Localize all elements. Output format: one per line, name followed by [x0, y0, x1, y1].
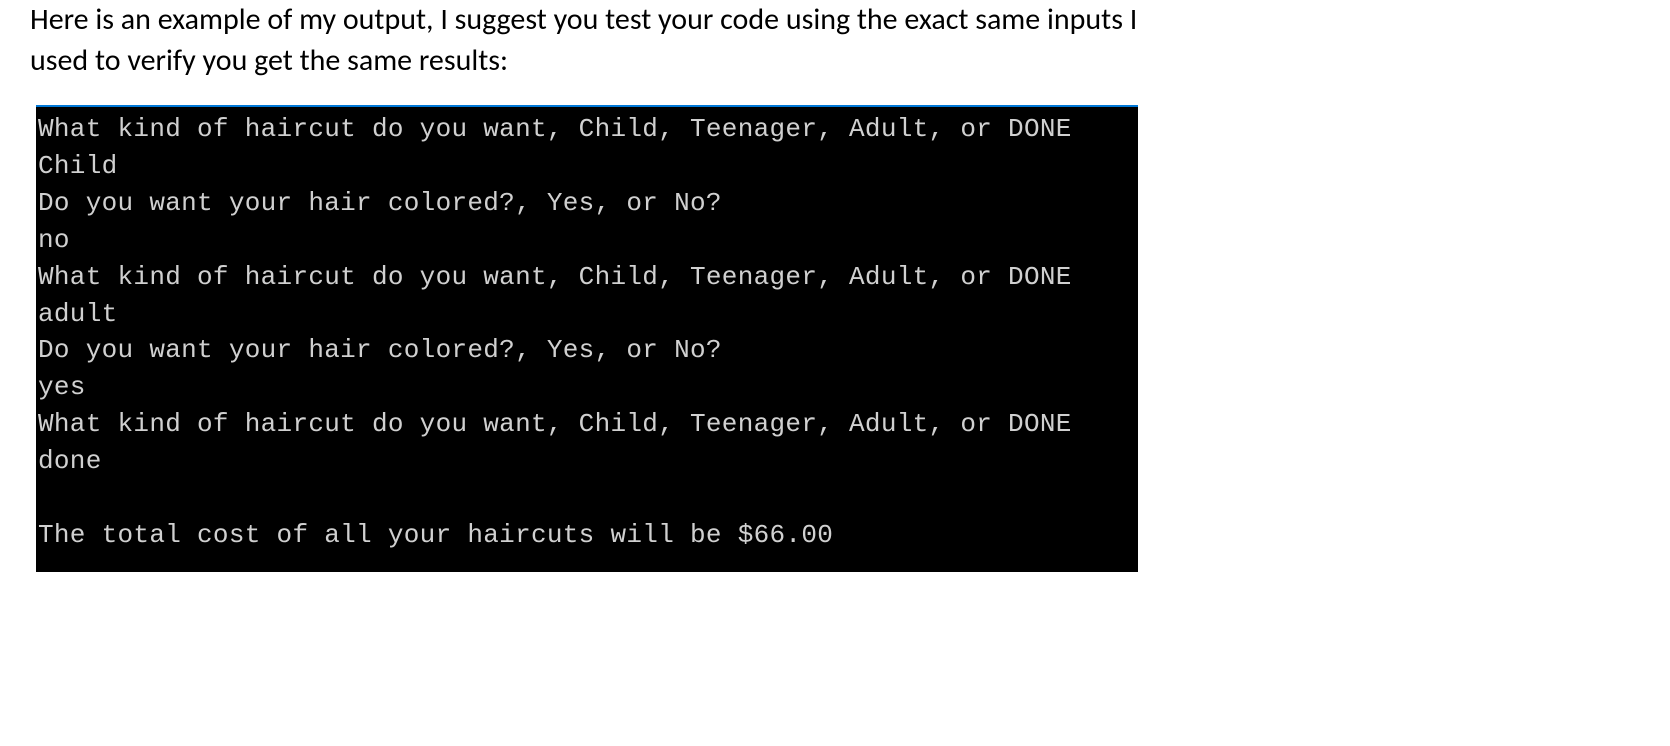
console-line: Do you want your hair colored?, Yes, or …	[38, 332, 1136, 369]
console-output: What kind of haircut do you want, Child,…	[36, 105, 1138, 572]
console-blank-line	[38, 480, 1136, 517]
console-line: The total cost of all your haircuts will…	[38, 517, 1136, 554]
console-line: What kind of haircut do you want, Child,…	[38, 259, 1136, 296]
console-line: no	[38, 222, 1136, 259]
console-line: What kind of haircut do you want, Child,…	[38, 111, 1136, 148]
console-line: yes	[38, 369, 1136, 406]
console-line: done	[38, 443, 1136, 480]
instruction-line-1: Here is an example of my output, I sugge…	[30, 1, 1137, 38]
console-line: adult	[38, 296, 1136, 333]
console-line: What kind of haircut do you want, Child,…	[38, 406, 1136, 443]
console-line: Child	[38, 148, 1136, 185]
instruction-block: Here is an example of my output, I sugge…	[0, 0, 1670, 105]
console-line: Do you want your hair colored?, Yes, or …	[38, 185, 1136, 222]
instruction-line-2: used to verify you get the same results:	[30, 42, 508, 79]
